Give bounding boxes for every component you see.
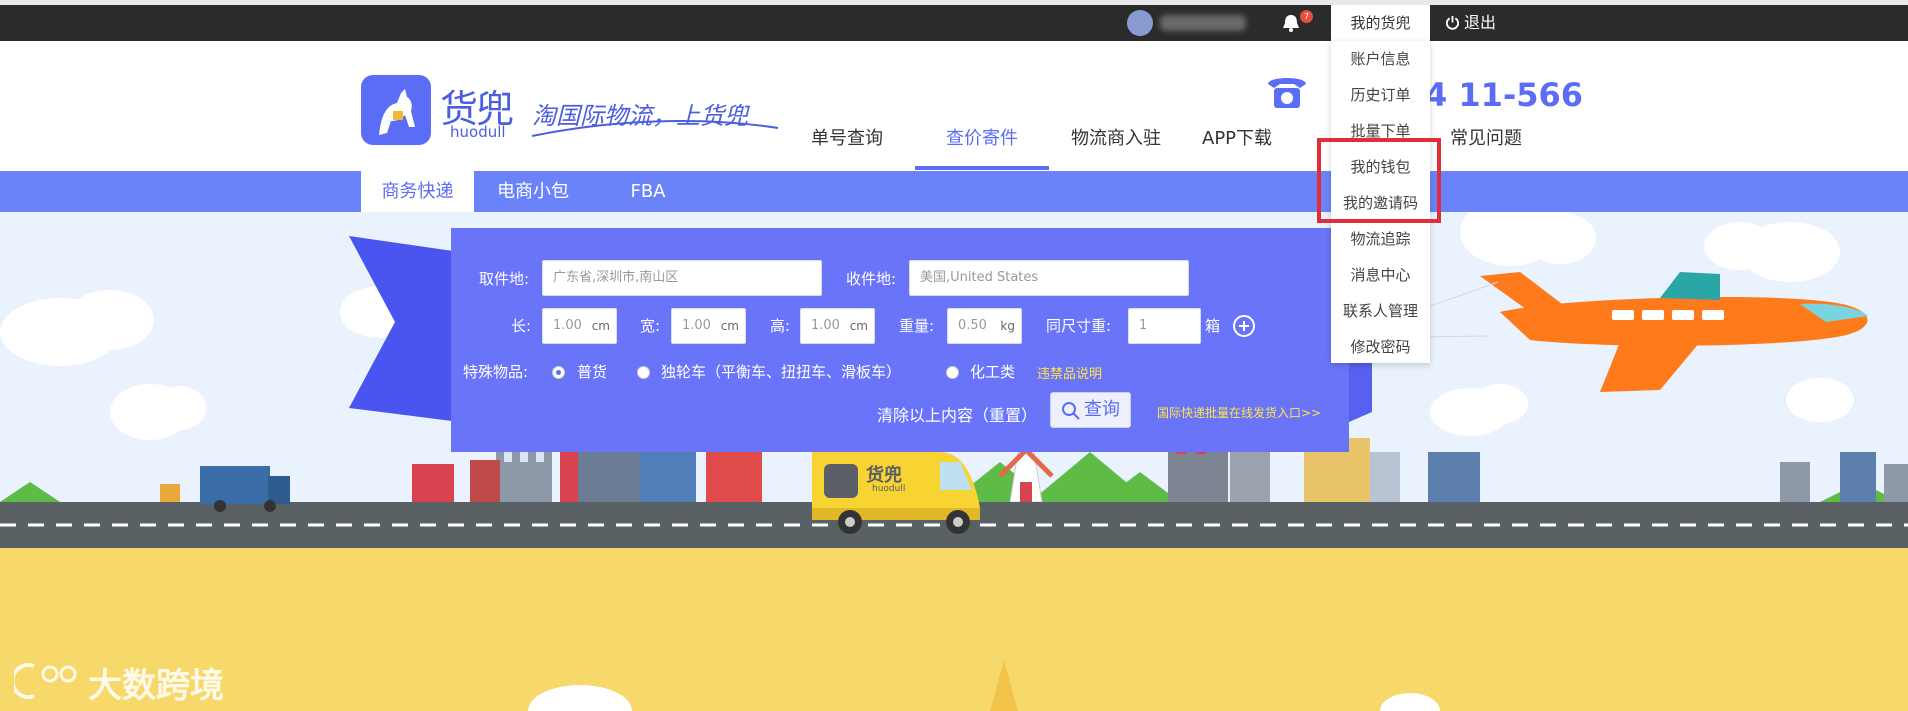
chemical-label: 化工类 xyxy=(970,363,1016,381)
bell-icon[interactable] xyxy=(1280,14,1302,32)
radio-unicycle[interactable] xyxy=(637,366,650,379)
slogan-swoosh xyxy=(531,120,779,137)
length-unit: cm xyxy=(591,319,610,333)
top-bar xyxy=(0,0,1908,41)
batch-shipping-link[interactable]: 国际快递批量在线发货入口>> xyxy=(1157,404,1321,421)
radio-general-goods[interactable] xyxy=(552,366,565,379)
nav-faq[interactable]: 常见问题 xyxy=(1450,124,1522,150)
tab-fba[interactable]: FBA xyxy=(612,171,684,212)
power-icon xyxy=(1445,15,1460,30)
menu-item-account-info[interactable]: 账户信息 xyxy=(1331,41,1430,77)
kangaroo-logo-icon[interactable] xyxy=(361,75,431,145)
height-input[interactable]: 1.00 cm xyxy=(800,308,875,344)
nav-price-shipping[interactable]: 查价寄件 xyxy=(946,124,1018,150)
user-avatar[interactable] xyxy=(1127,10,1153,36)
tab-ecommerce-parcel[interactable]: 电商小包 xyxy=(478,171,588,212)
width-value: 1.00 xyxy=(682,318,711,333)
width-input[interactable]: 1.00 cm xyxy=(671,308,746,344)
radio-chemical[interactable] xyxy=(946,366,959,379)
special-goods-label: 特殊物品: xyxy=(463,363,529,381)
username-blurred[interactable] xyxy=(1160,15,1246,31)
tab-business-express[interactable]: 商务快递 xyxy=(361,171,474,212)
my-account-menu-button[interactable]: 我的货兜 xyxy=(1331,5,1430,41)
weight-label: 重量: xyxy=(899,317,935,335)
menu-item-contacts[interactable]: 联系人管理 xyxy=(1331,293,1430,329)
query-button[interactable]: 查询 xyxy=(1050,392,1131,428)
length-label: 长: xyxy=(511,317,532,335)
telephone-icon xyxy=(1268,78,1306,108)
van-logo-text-en: huodull xyxy=(872,484,906,494)
width-label: 宽: xyxy=(640,317,661,335)
nav-active-indicator xyxy=(915,166,1049,170)
length-value: 1.00 xyxy=(553,318,582,333)
receive-label: 收件地: xyxy=(846,270,897,288)
notification-badge: 7 xyxy=(1300,10,1313,23)
service-tab-bar xyxy=(0,171,1908,212)
length-input[interactable]: 1.00 cm xyxy=(542,308,617,344)
unicycle-label: 独轮车（平衡车、扭扭车、滑板车） xyxy=(661,363,902,381)
logout-button[interactable]: 退出 xyxy=(1445,5,1496,41)
reset-form-link[interactable]: 清除以上内容（重置） xyxy=(877,402,1037,426)
menu-item-messages[interactable]: 消息中心 xyxy=(1331,257,1430,293)
annotation-highlight-box xyxy=(1317,138,1441,223)
query-button-label: 查询 xyxy=(1084,399,1120,420)
same-size-label: 同尺寸重: xyxy=(1046,317,1112,335)
general-goods-label: 普货 xyxy=(577,363,608,381)
forbidden-items-link[interactable]: 违禁品说明 xyxy=(1037,363,1102,382)
nav-app-download[interactable]: APP下载 xyxy=(1202,124,1272,150)
menu-item-tracking[interactable]: 物流追踪 xyxy=(1331,221,1430,257)
add-package-icon[interactable] xyxy=(1233,315,1255,337)
search-icon xyxy=(1062,402,1080,420)
pickup-location-input[interactable]: 广东省,深圳市,南山区 xyxy=(542,260,822,296)
receive-location-input[interactable]: 美国,United States xyxy=(909,260,1189,296)
weight-input[interactable]: 0.50 kg xyxy=(947,308,1022,344)
height-unit: cm xyxy=(849,319,868,333)
airplane-illustration xyxy=(1480,272,1868,392)
weight-unit: kg xyxy=(1000,319,1015,333)
box-unit-label: 箱 xyxy=(1205,317,1221,335)
pickup-label: 取件地: xyxy=(479,270,530,288)
width-unit: cm xyxy=(720,319,739,333)
nav-tracking[interactable]: 单号查询 xyxy=(811,124,883,150)
weight-value: 0.50 xyxy=(958,318,987,333)
same-size-count-input[interactable]: 1 xyxy=(1128,308,1201,344)
menu-item-change-password[interactable]: 修改密码 xyxy=(1331,329,1430,365)
height-label: 高: xyxy=(770,317,791,335)
nav-carrier-join[interactable]: 物流商入驻 xyxy=(1071,124,1161,150)
logout-label: 退出 xyxy=(1464,13,1497,32)
site-header xyxy=(0,41,1908,171)
watermark-logo-icon xyxy=(14,663,77,699)
height-value: 1.00 xyxy=(811,318,840,333)
watermark-text: 大数跨境 xyxy=(88,666,224,706)
hotline-number: 4 11-566 xyxy=(1425,76,1584,114)
logo-text-en: huodull xyxy=(450,123,506,141)
menu-item-order-history[interactable]: 历史订单 xyxy=(1331,77,1430,113)
